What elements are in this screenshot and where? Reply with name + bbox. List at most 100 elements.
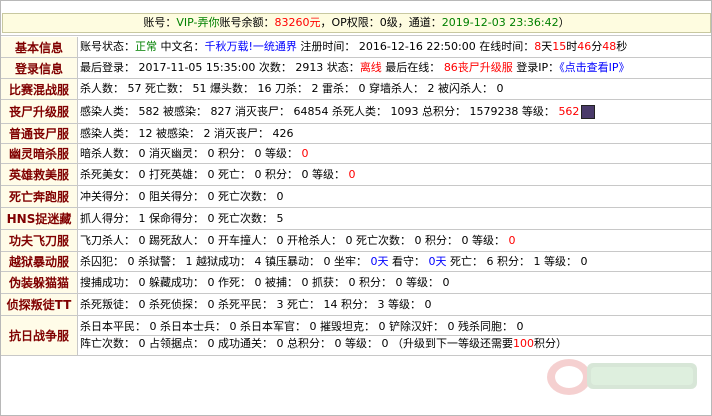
stat-text: 感染人类： 12 被感染： 2 消灭丧尸： 426 [80, 126, 294, 140]
stats-line: 账号状态：正常 中文名：千秋万载!一统通界 注册时间： 2016-12-16 2… [80, 39, 711, 55]
stat-text: 账号状态： [80, 40, 135, 53]
stats-content: 账号状态：正常 中文名：千秋万载!一统通界 注册时间： 2016-12-16 2… [78, 37, 711, 57]
stat-text: 杀死美女： 0 打死英雄： 0 死亡： 0 积分： 0 等级： [80, 167, 349, 181]
server-label: 伪装躲猫猫 [1, 272, 78, 293]
stat-text: 86丧尸升级服 [443, 61, 513, 74]
server-label: 普通丧尸服 [1, 124, 78, 143]
stat-text: 分 [591, 40, 603, 53]
stat-text: 中文名： [157, 40, 205, 53]
stats-line: 杀人数： 57 死亡数： 51 爆头数： 16 刀杀： 2 雷杀： 0 穿墙杀人… [80, 81, 711, 97]
stat-text: 0 [508, 233, 516, 247]
server-label: 侦探叛徒TT [1, 294, 78, 315]
stat-text: 阵亡次数： 0 占领据点： 0 成功通关： 0 总积分： 0 等级： 0 （升级… [80, 337, 513, 350]
stat-text: 48 [602, 40, 617, 53]
player-profile-page: 账号：VIP-弄你账号余额：83260元，OP权限：0级，通道：2019-12-… [0, 0, 712, 416]
stat-text: 离线 [359, 61, 382, 74]
stats-content: 感染人类： 12 被感染： 2 消灭丧尸： 426 [78, 124, 711, 143]
stat-text: 积分） [533, 337, 567, 350]
stat-text: 15 [552, 40, 567, 53]
stats-line: 杀囚犯： 0 杀狱警： 1 越狱成功： 4 镇压暴动： 0 坐牢： 0天 看守：… [80, 254, 711, 270]
server-label: 死亡奔跑服 [1, 186, 78, 207]
stats-row: 丧尸升级服 感染人类： 582 被感染： 827 消灭丧尸： 64854 杀死人类… [1, 100, 711, 124]
stats-row: 死亡奔跑服 冲关得分： 0 阻关得分： 0 死亡次数： 0 [1, 186, 711, 208]
stats-row: 比赛混战服 杀人数： 57 死亡数： 51 爆头数： 16 刀杀： 2 雷杀： 0… [1, 79, 711, 100]
stats-row: 英雄救美服 杀死美女： 0 打死英雄： 0 死亡： 0 积分： 0 等级： 0 [1, 164, 711, 186]
stat-text: 最后登录： 2017-11-05 15:35:00 次数： 2913 状态： [80, 61, 360, 74]
stat-text: 死亡： 6 积分： 1 等级： 0 [446, 254, 588, 268]
server-label: 丧尸升级服 [1, 100, 78, 123]
account-name: VIP-弄你 [176, 16, 220, 29]
stats-table: 基本信息 账号状态：正常 中文名：千秋万载!一统通界 注册时间： 2016-12-… [1, 37, 711, 356]
stat-text: 秒 [616, 40, 628, 53]
stats-content: 感染人类： 582 被感染： 827 消灭丧尸： 64854 杀死人类： 109… [78, 100, 711, 123]
server-label: 英雄救美服 [1, 164, 78, 185]
stats-row: 侦探叛徒TT 杀死叛徒： 0 杀死侦探： 0 杀死平民： 3 死亡： 14 积分：… [1, 294, 711, 316]
stat-text: 注册时间： 2016-12-16 22:50:00 在线时间： [296, 40, 535, 53]
stats-row: 基本信息 账号状态：正常 中文名：千秋万载!一统通界 注册时间： 2016-12-… [1, 37, 711, 58]
stats-content: 冲关得分： 0 阻关得分： 0 死亡次数： 0 [78, 186, 711, 207]
stat-text: 抓人得分： 1 保命得分： 0 死亡次数： 5 [80, 211, 284, 225]
stats-row: 普通丧尸服 感染人类： 12 被感染： 2 消灭丧尸： 426 [1, 124, 711, 144]
stats-line: 抓人得分： 1 保命得分： 0 死亡次数： 5 [80, 211, 711, 227]
stats-line: 杀死美女： 0 打死英雄： 0 死亡： 0 积分： 0 等级： 0 [80, 167, 711, 183]
stat-text: 0天 [370, 254, 389, 268]
stats-content: 飞刀杀人： 0 踢死敌人： 0 开车撞人： 0 开枪杀人： 0 死亡次数： 0 … [78, 230, 711, 251]
stats-row: 功夫飞刀服 飞刀杀人： 0 踢死敌人： 0 开车撞人： 0 开枪杀人： 0 死亡次… [1, 230, 711, 252]
stats-content: 杀日本平民： 0 杀日本士兵： 0 杀日本军官： 0 摧毁坦克： 0 铲除汉奸：… [78, 316, 711, 355]
channel-time: 2019-12-03 23:36:42 [441, 16, 559, 29]
close-paren: ） [558, 16, 570, 29]
balance-label: 账号余额： [219, 16, 275, 29]
op-level: 0级 [379, 16, 398, 29]
stats-line: 杀日本平民： 0 杀日本士兵： 0 杀日本军官： 0 摧毁坦克： 0 铲除汉奸：… [80, 319, 711, 335]
op-label: ，OP权限： [320, 16, 380, 29]
stat-text: 0天 [428, 254, 447, 268]
stat-text: 天 [541, 40, 553, 53]
stats-content: 抓人得分： 1 保命得分： 0 死亡次数： 5 [78, 208, 711, 229]
stats-content: 暗杀人数： 0 消灭幽灵： 0 积分： 0 等级： 0 [78, 144, 711, 163]
server-label: 幽灵暗杀服 [1, 144, 78, 163]
stat-text: 0 [348, 167, 356, 181]
view-ip-link[interactable]: 《点击查看IP》 [559, 61, 629, 74]
site-watermark-logo [547, 359, 697, 395]
stats-content: 杀人数： 57 死亡数： 51 爆头数： 16 刀杀： 2 雷杀： 0 穿墙杀人… [78, 79, 711, 99]
stats-line: 飞刀杀人： 0 踢死敌人： 0 开车撞人： 0 开枪杀人： 0 死亡次数： 0 … [80, 233, 711, 249]
stat-text: 暗杀人数： 0 消灭幽灵： 0 积分： 0 等级： [80, 146, 302, 160]
stat-text: 飞刀杀人： 0 踢死敌人： 0 开车撞人： 0 开枪杀人： 0 死亡次数： 0 … [80, 233, 509, 247]
server-label: 功夫飞刀服 [1, 230, 78, 251]
stat-text: 正常 [135, 40, 157, 53]
stats-row: HNS捉迷藏 抓人得分： 1 保命得分： 0 死亡次数： 5 [1, 208, 711, 230]
stats-row: 伪装躲猫猫 搜捕成功： 0 躲藏成功： 0 作死： 0 被捕： 0 抓获： 0 积… [1, 272, 711, 294]
stat-text: 562 [558, 104, 580, 118]
stats-line: 感染人类： 12 被感染： 2 消灭丧尸： 426 [80, 126, 711, 142]
stats-row: 越狱暴动服 杀囚犯： 0 杀狱警： 1 越狱成功： 4 镇压暴动： 0 坐牢： 0… [1, 252, 711, 272]
channel-label: ，通道： [397, 16, 442, 29]
stat-text: 搜捕成功： 0 躲藏成功： 0 作死： 0 被捕： 0 抓获： 0 积分： 0 … [80, 275, 450, 289]
stat-text: 登录IP： [512, 61, 560, 74]
stat-text: 100 [512, 337, 534, 350]
server-label: 登录信息 [1, 58, 78, 78]
stats-content: 杀囚犯： 0 杀狱警： 1 越狱成功： 4 镇压暴动： 0 坐牢： 0天 看守：… [78, 252, 711, 271]
stat-text: 杀囚犯： 0 杀狱警： 1 越狱成功： 4 镇压暴动： 0 坐牢： [80, 254, 371, 268]
stat-text: 时 [566, 40, 578, 53]
server-label: 越狱暴动服 [1, 252, 78, 271]
stats-content: 杀死美女： 0 打死英雄： 0 死亡： 0 积分： 0 等级： 0 [78, 164, 711, 185]
server-label: 抗日战争服 [1, 316, 78, 355]
stat-text: 看守： [388, 254, 429, 268]
header-area: 账号：VIP-弄你账号余额：83260元，OP权限：0级，通道：2019-12-… [1, 1, 711, 36]
stats-line: 暗杀人数： 0 消灭幽灵： 0 积分： 0 等级： 0 [80, 146, 711, 162]
account-label: 账号： [143, 16, 177, 29]
stat-text: 杀人数： 57 死亡数： 51 爆头数： 16 刀杀： 2 雷杀： 0 穿墙杀人… [80, 82, 504, 95]
stats-content: 杀死叛徒： 0 杀死侦探： 0 杀死平民： 3 死亡： 14 积分： 3 等级：… [78, 294, 711, 315]
stat-text: 46 [577, 40, 592, 53]
stat-text: 感染人类： 582 被感染： 827 消灭丧尸： 64854 杀死人类： 109… [80, 104, 559, 118]
stats-row: 抗日战争服 杀日本平民： 0 杀日本士兵： 0 杀日本军官： 0 摧毁坦克： 0 … [1, 316, 711, 356]
stat-text: 0 [301, 146, 309, 160]
stats-line: 杀死叛徒： 0 杀死侦探： 0 杀死平民： 3 死亡： 14 积分： 3 等级：… [80, 297, 711, 313]
level-avatar-icon [581, 104, 596, 119]
stats-line: 感染人类： 582 被感染： 827 消灭丧尸： 64854 杀死人类： 109… [80, 104, 711, 120]
stat-text: 杀日本平民： 0 杀日本士兵： 0 杀日本军官： 0 摧毁坦克： 0 铲除汉奸：… [80, 320, 524, 333]
server-label: 比赛混战服 [1, 79, 78, 99]
account-summary-bar: 账号：VIP-弄你账号余额：83260元，OP权限：0级，通道：2019-12-… [2, 13, 711, 33]
stat-text: 千秋万载!一统通界 [204, 40, 297, 53]
stats-row: 幽灵暗杀服 暗杀人数： 0 消灭幽灵： 0 积分： 0 等级： 0 [1, 144, 711, 164]
